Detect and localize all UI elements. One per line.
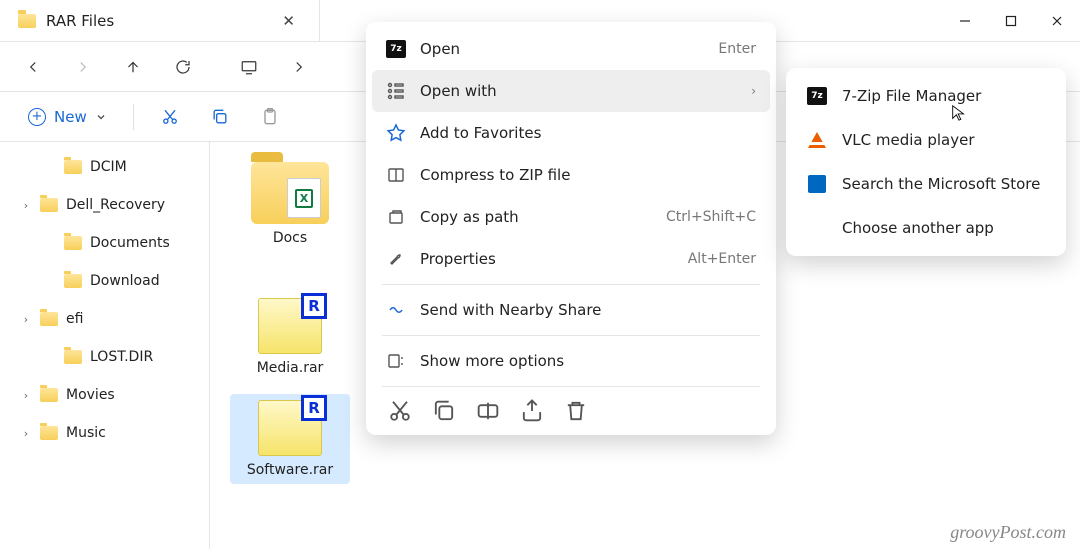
folder-icon bbox=[40, 426, 58, 440]
sidebar-item-dcim[interactable]: ›DCIM bbox=[0, 148, 209, 186]
menu-compress-zip[interactable]: Compress to ZIP file bbox=[372, 154, 770, 196]
delete-icon[interactable] bbox=[562, 397, 590, 425]
new-label: New bbox=[54, 108, 87, 126]
submenu-choose-app[interactable]: Choose another app bbox=[792, 206, 1060, 250]
sidebar: ›DCIM ›Dell_Recovery ›Documents ›Downloa… bbox=[0, 142, 210, 549]
share-icon[interactable] bbox=[518, 397, 546, 425]
menu-nearby-share[interactable]: Send with Nearby Share bbox=[372, 289, 770, 331]
folder-icon bbox=[64, 274, 82, 288]
menu-divider bbox=[382, 386, 760, 387]
star-icon bbox=[386, 123, 406, 143]
vlc-icon bbox=[806, 129, 828, 151]
folder-icon bbox=[40, 388, 58, 402]
paste-button[interactable] bbox=[250, 98, 290, 136]
menu-copy-path[interactable]: Copy as path Ctrl+Shift+C bbox=[372, 196, 770, 238]
new-button[interactable]: + New bbox=[18, 102, 117, 132]
sidebar-item-music[interactable]: ›Music bbox=[0, 414, 209, 452]
menu-show-more[interactable]: Show more options bbox=[372, 340, 770, 382]
folder-icon bbox=[64, 160, 82, 174]
refresh-button[interactable] bbox=[160, 48, 206, 86]
zip-icon bbox=[386, 165, 406, 185]
up-button[interactable] bbox=[110, 48, 156, 86]
menu-divider bbox=[382, 284, 760, 285]
store-icon bbox=[806, 173, 828, 195]
maximize-button[interactable] bbox=[988, 0, 1034, 41]
sidebar-item-dell-recovery[interactable]: ›Dell_Recovery bbox=[0, 186, 209, 224]
breadcrumb-arrow-icon[interactable] bbox=[276, 48, 322, 86]
file-docs-folder[interactable]: X Docs bbox=[230, 156, 350, 252]
submenu-ms-store[interactable]: Search the Microsoft Store bbox=[792, 162, 1060, 206]
folder-icon bbox=[64, 350, 82, 364]
sidebar-item-documents[interactable]: ›Documents bbox=[0, 224, 209, 262]
rar-icon: R bbox=[258, 400, 322, 456]
separator bbox=[133, 104, 134, 130]
close-window-button[interactable] bbox=[1034, 0, 1080, 41]
copy-path-icon bbox=[386, 207, 406, 227]
submenu-vlc[interactable]: VLC media player bbox=[792, 118, 1060, 162]
file-media-rar[interactable]: R Media.rar bbox=[230, 292, 350, 382]
sidebar-item-efi[interactable]: ›efi bbox=[0, 300, 209, 338]
submenu-7zip[interactable]: 7z 7-Zip File Manager bbox=[792, 74, 1060, 118]
menu-add-favorites[interactable]: Add to Favorites bbox=[372, 112, 770, 154]
folder-icon bbox=[40, 312, 58, 326]
open-with-submenu: 7z 7-Zip File Manager VLC media player S… bbox=[786, 68, 1066, 256]
tab-rar-files[interactable]: RAR Files ✕ bbox=[0, 0, 320, 41]
rename-icon[interactable] bbox=[474, 397, 502, 425]
file-software-rar[interactable]: R Software.rar bbox=[230, 394, 350, 484]
cut-button[interactable] bbox=[150, 98, 190, 136]
this-pc-icon[interactable] bbox=[226, 48, 272, 86]
rar-icon: R bbox=[258, 298, 322, 354]
chevron-down-icon bbox=[95, 111, 107, 123]
folder-icon: X bbox=[251, 162, 329, 224]
plus-icon: + bbox=[28, 108, 46, 126]
tab-title: RAR Files bbox=[46, 12, 114, 30]
wrench-icon bbox=[386, 249, 406, 269]
sidebar-item-download[interactable]: ›Download bbox=[0, 262, 209, 300]
nearby-share-icon bbox=[386, 300, 406, 320]
copy-icon[interactable] bbox=[430, 397, 458, 425]
sidebar-item-lostdir[interactable]: ›LOST.DIR bbox=[0, 338, 209, 376]
copy-button[interactable] bbox=[200, 98, 240, 136]
folder-icon bbox=[64, 236, 82, 250]
open-with-icon bbox=[386, 81, 406, 101]
7z-icon: 7z bbox=[806, 85, 828, 107]
more-icon bbox=[386, 351, 406, 371]
close-tab-icon[interactable]: ✕ bbox=[276, 8, 301, 34]
sidebar-item-movies[interactable]: ›Movies bbox=[0, 376, 209, 414]
cursor-icon bbox=[950, 104, 968, 126]
chevron-right-icon: › bbox=[751, 84, 756, 98]
menu-divider bbox=[382, 335, 760, 336]
forward-button[interactable] bbox=[60, 48, 106, 86]
menu-properties[interactable]: Properties Alt+Enter bbox=[372, 238, 770, 280]
watermark: groovyPost.com bbox=[950, 522, 1066, 543]
cut-icon[interactable] bbox=[386, 397, 414, 425]
menu-open-with[interactable]: Open with › bbox=[372, 70, 770, 112]
menu-open[interactable]: 7z Open Enter bbox=[372, 28, 770, 70]
7z-icon: 7z bbox=[386, 39, 406, 59]
window-controls bbox=[942, 0, 1080, 41]
context-menu: 7z Open Enter Open with › Add to Favorit… bbox=[366, 22, 776, 435]
back-button[interactable] bbox=[10, 48, 56, 86]
blank-icon bbox=[806, 217, 828, 239]
folder-icon bbox=[18, 14, 36, 28]
minimize-button[interactable] bbox=[942, 0, 988, 41]
folder-icon bbox=[40, 198, 58, 212]
menu-action-row bbox=[372, 391, 770, 429]
